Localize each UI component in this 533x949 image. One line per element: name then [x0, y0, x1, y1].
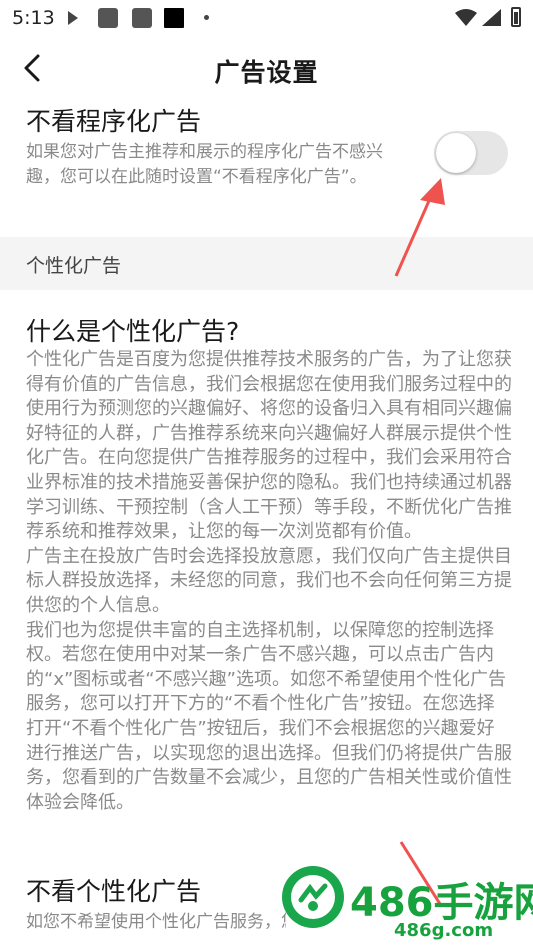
programmatic-ads-description: 如果您对广告主推荐和展示的程序化广告不感兴趣，您可以在此随时设置“不看程序化广告…	[26, 142, 383, 187]
wifi-icon	[455, 9, 477, 26]
status-time: 5:13	[12, 7, 55, 29]
app-notification-icon	[98, 8, 118, 28]
explainer-paragraph: 广告主在投放广告时会选择投放意愿，我们仅向广告主提供目标人群投放选择，未经您的同…	[26, 545, 512, 616]
personalized-ads-explainer-body: 个性化广告是百度为您提供推荐技术服务的广告，为了让您获得有价值的广告信息，我们会…	[26, 348, 512, 815]
programmatic-ads-toggle[interactable]	[434, 131, 508, 175]
explainer-paragraph: 我们也为您提供丰富的自主选择机制，以保障您的控制选择权。若您在使用中对某一条广告…	[26, 619, 512, 813]
toggle-knob	[436, 133, 476, 173]
watermark-logo-icon	[282, 866, 344, 928]
page-title: 广告设置	[214, 58, 319, 87]
app-notification-icon	[132, 8, 152, 28]
more-notifications-icon	[204, 15, 209, 20]
nav-bar: 广告设置	[0, 44, 533, 94]
play-notification-icon	[68, 11, 78, 25]
explainer-paragraph: 个性化广告是百度为您提供推荐技术服务的广告，为了让您获得有价值的广告信息，我们会…	[26, 349, 512, 543]
watermark: 486手游网 486g.com	[282, 858, 533, 949]
programmatic-ads-title: 不看程序化广告	[26, 107, 202, 136]
personalized-ads-title: 不看个性化广告	[26, 877, 202, 906]
section-header-label: 个性化广告	[26, 255, 122, 277]
status-bar: 5:13	[0, 0, 533, 36]
app-notification-icon	[164, 8, 184, 28]
battery-icon	[511, 7, 521, 27]
watermark-domain: 486g.com	[394, 920, 494, 941]
section-header: 个性化广告	[0, 237, 533, 290]
personalized-ads-explainer-title: 什么是个性化广告?	[26, 317, 240, 346]
signal-icon	[482, 9, 501, 26]
personalized-ads-description: 如您不希望使用个性化广告服务，您可以在此随时设置“不看个性化广告”。	[26, 912, 286, 932]
